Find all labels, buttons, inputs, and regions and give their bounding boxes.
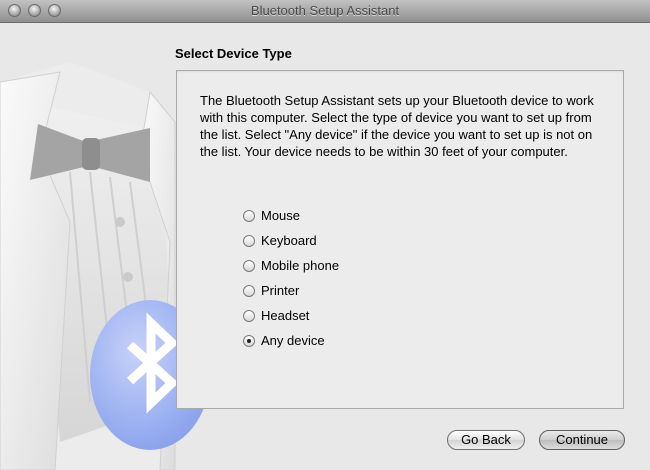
instructions-text: The Bluetooth Setup Assistant sets up yo… [200,93,594,159]
title-bar: Bluetooth Setup Assistant [0,0,650,23]
device-option-label[interactable]: Headset [261,308,309,323]
device-option-mouse[interactable]: Mouse [243,203,339,228]
radio-button-icon[interactable] [243,234,255,247]
radio-button-icon[interactable] [243,209,255,222]
window-title: Bluetooth Setup Assistant [250,3,400,18]
device-option-headset[interactable]: Headset [243,303,339,328]
continue-button[interactable]: Continue [539,430,625,450]
page-title: Select Device Type [175,46,292,61]
radio-button-icon[interactable] [243,259,255,272]
device-option-label[interactable]: Mouse [261,208,300,223]
device-option-label[interactable]: Mobile phone [261,258,339,273]
device-option-label[interactable]: Any device [261,333,325,348]
device-option-mobile-phone[interactable]: Mobile phone [243,253,339,278]
device-option-keyboard[interactable]: Keyboard [243,228,339,253]
radio-button-icon[interactable] [243,284,255,297]
content-panel: The Bluetooth Setup Assistant sets up yo… [176,70,624,409]
go-back-button[interactable]: Go Back [447,430,525,450]
radio-button-icon[interactable] [243,309,255,322]
device-type-radio-group: Mouse Keyboard Mobile phone Printer Head… [243,203,339,353]
setup-assistant-window: Bluetooth Setup Assistant Select Device … [0,0,650,470]
device-option-label[interactable]: Printer [261,283,299,298]
device-option-printer[interactable]: Printer [243,278,339,303]
device-option-label[interactable]: Keyboard [261,233,317,248]
radio-button-selected-icon[interactable] [243,334,255,347]
device-option-any-device[interactable]: Any device [243,328,339,353]
